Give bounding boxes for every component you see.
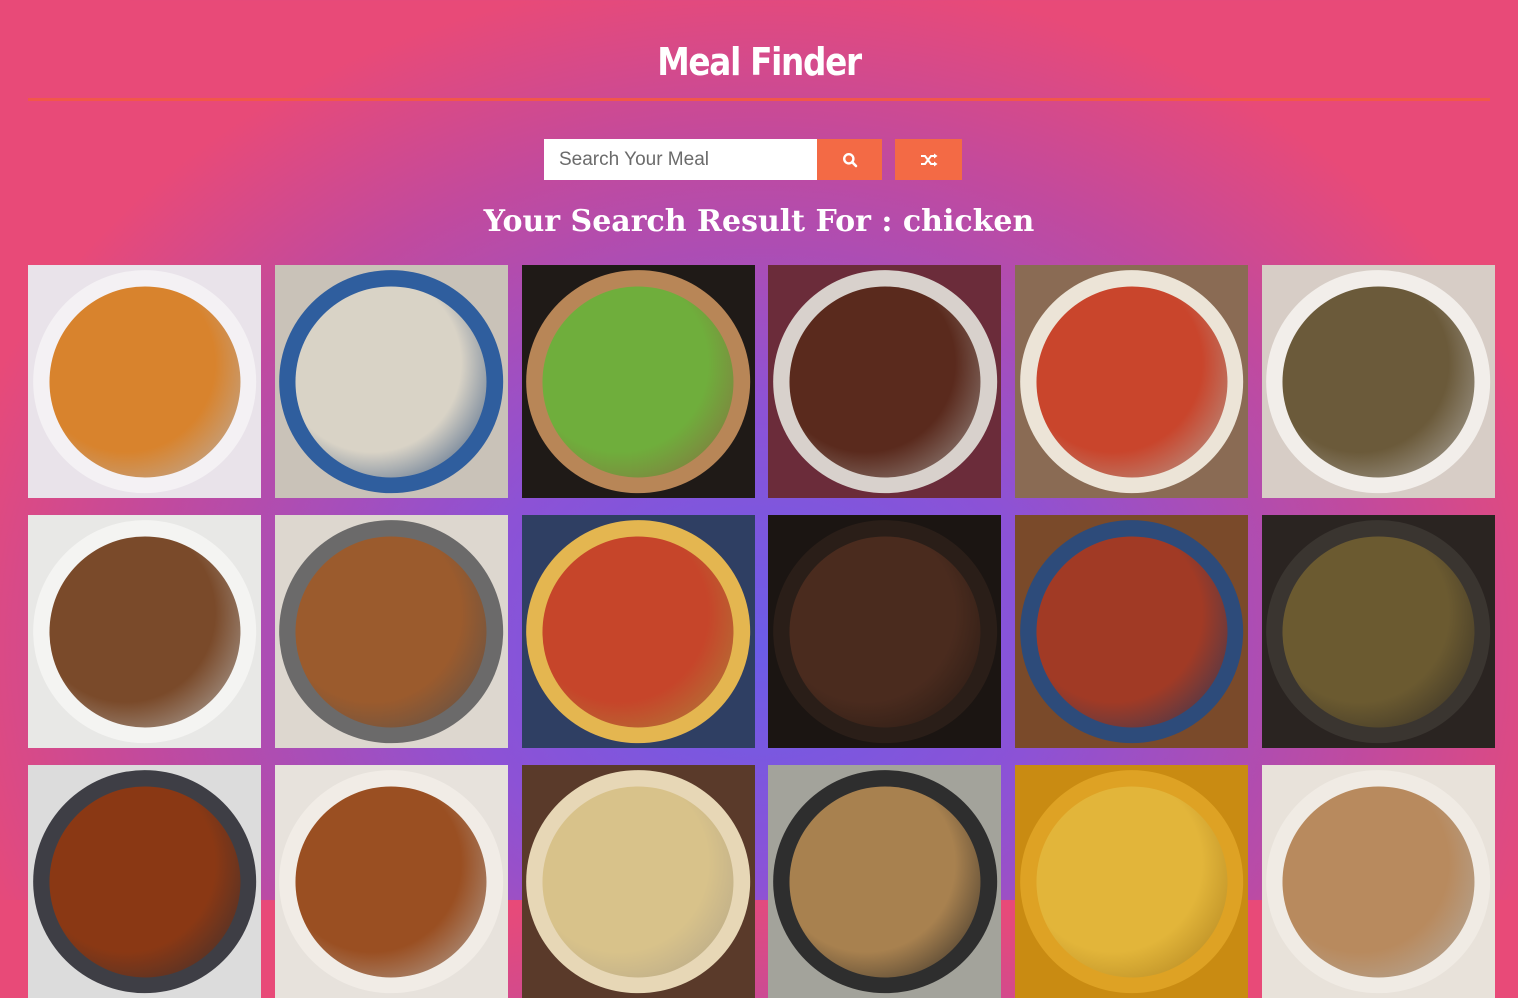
meal-card[interactable] bbox=[28, 265, 261, 498]
meal-image-food bbox=[295, 535, 487, 728]
meal-image-food bbox=[1036, 785, 1228, 978]
meal-card[interactable] bbox=[1015, 265, 1249, 498]
meal-image-food bbox=[1282, 535, 1475, 728]
meal-card[interactable] bbox=[28, 515, 261, 748]
app-title: Meal Finder bbox=[657, 40, 862, 84]
meal-image-food bbox=[1282, 285, 1475, 478]
search-result-heading: Your Search Result For : chicken bbox=[483, 204, 1035, 239]
meal-card[interactable] bbox=[274, 765, 508, 998]
search-bar bbox=[544, 139, 962, 180]
meal-image-food bbox=[48, 785, 241, 978]
meal-card[interactable] bbox=[274, 515, 508, 748]
meal-card[interactable] bbox=[1261, 265, 1495, 498]
meal-card[interactable] bbox=[768, 765, 1002, 998]
meal-card[interactable] bbox=[521, 765, 755, 998]
meal-card[interactable] bbox=[768, 265, 1002, 498]
meal-image-food bbox=[48, 285, 241, 478]
shuffle-icon bbox=[920, 153, 937, 166]
meal-card[interactable] bbox=[274, 265, 508, 498]
meal-card[interactable] bbox=[28, 765, 261, 998]
meal-card[interactable] bbox=[1261, 765, 1495, 998]
search-input[interactable] bbox=[544, 139, 817, 180]
meal-card[interactable] bbox=[1015, 765, 1249, 998]
meal-image-food bbox=[542, 785, 734, 978]
meal-card[interactable] bbox=[521, 265, 755, 498]
meal-card[interactable] bbox=[1261, 515, 1495, 748]
meal-image-food bbox=[789, 285, 981, 478]
meal-card[interactable] bbox=[521, 515, 755, 748]
search-button[interactable] bbox=[817, 139, 882, 180]
meal-image-food bbox=[295, 285, 487, 478]
meal-image-food bbox=[295, 785, 487, 978]
search-icon bbox=[842, 152, 857, 167]
meal-image-food bbox=[1282, 785, 1475, 978]
meals-grid bbox=[28, 265, 1495, 998]
meal-image-food bbox=[789, 785, 981, 978]
meal-image-food bbox=[542, 535, 734, 728]
meal-image-food bbox=[789, 535, 981, 728]
meal-image-food bbox=[1036, 535, 1228, 728]
meal-image-food bbox=[1036, 285, 1228, 478]
meal-image-food bbox=[542, 285, 734, 478]
random-meal-button[interactable] bbox=[895, 139, 962, 180]
meal-card[interactable] bbox=[768, 515, 1002, 748]
meal-image-food bbox=[48, 535, 241, 728]
header: Meal Finder bbox=[28, 0, 1490, 101]
meal-card[interactable] bbox=[1015, 515, 1249, 748]
